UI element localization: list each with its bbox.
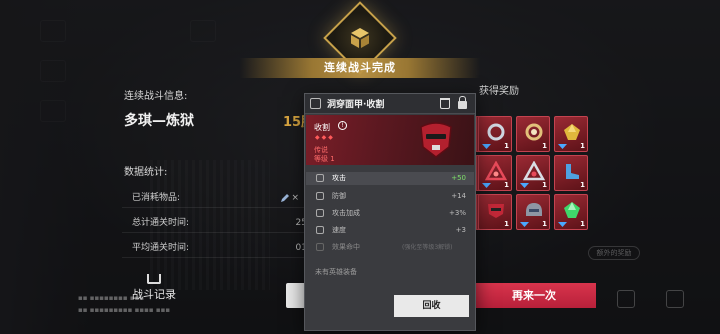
reward-count: 1 bbox=[504, 181, 509, 189]
info-icon[interactable]: ! bbox=[338, 121, 347, 130]
menu-icon[interactable] bbox=[617, 290, 635, 308]
reward-count: 1 bbox=[542, 142, 547, 150]
rank-tag bbox=[482, 183, 491, 188]
mask-icon bbox=[488, 204, 504, 218]
stat-label: 平均通关时间: bbox=[132, 243, 190, 253]
boots-icon bbox=[566, 164, 579, 179]
reward-slot[interactable]: 1 bbox=[516, 194, 550, 230]
cube-icon bbox=[351, 28, 369, 48]
green-gem-icon bbox=[564, 202, 580, 218]
stat-row-total-time: 总计通关时间: 25 bbox=[122, 213, 307, 233]
rank-tag bbox=[558, 222, 567, 227]
popup-header: 洞穿面甲·收割 bbox=[305, 94, 475, 114]
star-rating-icon: ◆◆◆ bbox=[315, 134, 335, 141]
stat-row-avg-time: 平均通关时间: 01 bbox=[122, 238, 307, 258]
attribute-row: 攻击加成 +3% bbox=[306, 207, 474, 220]
reward-slot[interactable]: 1 bbox=[478, 194, 512, 230]
battle-info-label: 连续战斗信息: bbox=[124, 91, 188, 102]
pen-icon bbox=[281, 194, 289, 202]
reward-count: 1 bbox=[580, 142, 585, 150]
attribute-row-locked: 效果命中 (强化至等级3解锁) bbox=[306, 241, 474, 254]
speed-icon bbox=[316, 226, 324, 234]
reward-slot[interactable]: 1 bbox=[554, 194, 588, 230]
stat-label: 已消耗物品: bbox=[132, 193, 181, 203]
reward-count: 1 bbox=[580, 220, 585, 228]
reward-count: 1 bbox=[580, 181, 585, 189]
item-hero-panel: 收割 ! ◆◆◆ 传说 等级 1 bbox=[306, 115, 474, 165]
triangle-amulet-icon bbox=[523, 161, 545, 181]
book-icon bbox=[147, 274, 161, 284]
faded-log-text: ▪▪ ▪▪▪▪▪▪▪▪ ▪▪▪ bbox=[78, 294, 145, 302]
triangle-amulet-icon bbox=[485, 161, 507, 181]
stat-label: 总计通关时间: bbox=[132, 218, 190, 228]
extra-reward-button[interactable]: 额外的奖励 bbox=[588, 246, 640, 260]
item-detail-popup: 洞穿面甲·收割 收割 ! ◆◆◆ 传说 等级 1 攻击 +50 防御 +14 攻… bbox=[304, 93, 476, 331]
reward-slot[interactable]: 1 bbox=[478, 116, 512, 152]
helmet-icon bbox=[526, 203, 542, 216]
reward-count: 1 bbox=[504, 220, 509, 228]
reward-count: 1 bbox=[542, 220, 547, 228]
attribute-row: 速度 +3 bbox=[306, 224, 474, 237]
play-again-button[interactable]: 再来一次 bbox=[472, 283, 596, 308]
rank-tag bbox=[520, 222, 529, 227]
attribute-row: 防御 +14 bbox=[306, 190, 474, 203]
battle-complete-banner: 连续战斗完成 bbox=[240, 58, 480, 78]
reward-slot[interactable]: 1 bbox=[516, 116, 550, 152]
stats-label: 数据统计: bbox=[124, 167, 168, 178]
reward-slot[interactable]: 1 bbox=[516, 155, 550, 191]
defense-icon bbox=[316, 192, 324, 200]
stage-name: 多琪—炼狱 bbox=[124, 113, 194, 129]
reward-count: 1 bbox=[504, 142, 509, 150]
ring-icon bbox=[525, 123, 543, 141]
lock-icon[interactable] bbox=[458, 96, 467, 109]
attack-bonus-icon bbox=[316, 209, 324, 217]
stat-row-consumed: 已消耗物品: × bbox=[122, 188, 307, 208]
trash-icon[interactable] bbox=[440, 98, 450, 109]
item-level: 等级 1 bbox=[314, 155, 335, 163]
attack-icon bbox=[316, 174, 324, 182]
reward-count: 1 bbox=[542, 181, 547, 189]
rank-tag bbox=[520, 183, 529, 188]
mask-icon bbox=[420, 122, 452, 158]
gem-icon bbox=[564, 124, 580, 140]
recycle-button[interactable]: 回收 bbox=[394, 295, 469, 317]
item-name: 收割 bbox=[314, 123, 330, 132]
stat-value: × bbox=[291, 193, 299, 203]
faded-log-text: ▪▪ ▪▪▪▪▪▪▪▪▪ ▪▪▪▪ ▪▪▪ bbox=[78, 306, 171, 314]
rank-tag bbox=[482, 144, 491, 149]
popup-title: 洞穿面甲·收割 bbox=[327, 100, 385, 110]
menu-icon[interactable] bbox=[666, 290, 684, 308]
equipment-icon bbox=[310, 98, 321, 109]
attribute-row-main: 攻击 +50 bbox=[306, 172, 474, 185]
effect-hit-icon bbox=[316, 243, 324, 251]
reward-slot[interactable]: 1 bbox=[478, 155, 512, 191]
rank-tag bbox=[558, 144, 567, 149]
equipped-status: 未有英雄装备 bbox=[315, 268, 357, 276]
rewards-title: 获得奖励 bbox=[479, 86, 519, 97]
reward-slot[interactable]: 1 bbox=[554, 155, 588, 191]
ring-icon bbox=[487, 123, 505, 141]
reward-slot[interactable]: 1 bbox=[554, 116, 588, 152]
